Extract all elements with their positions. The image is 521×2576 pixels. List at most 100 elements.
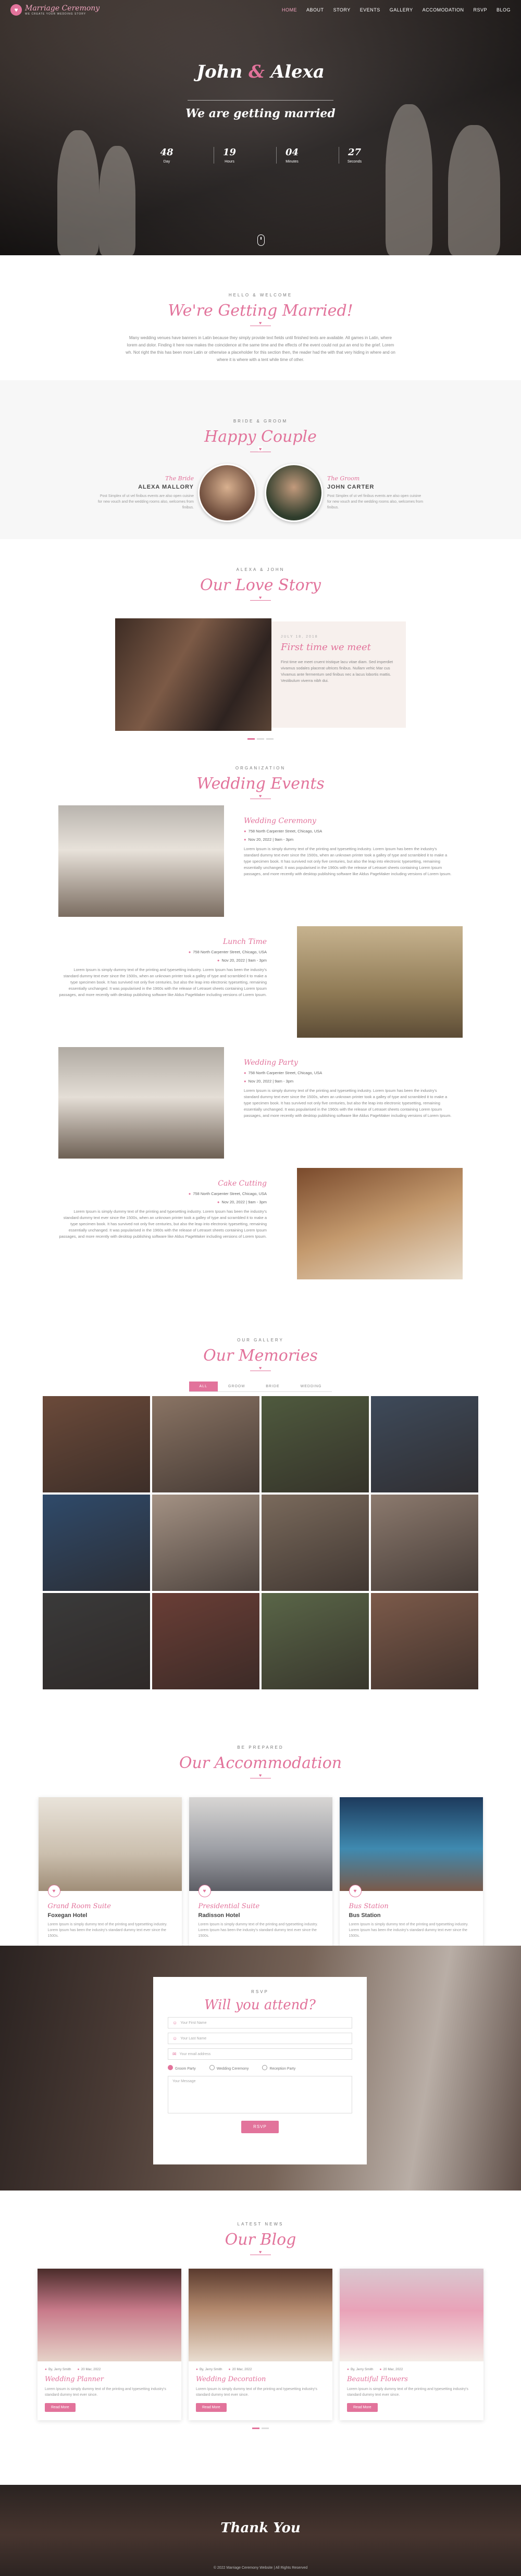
carousel-dot[interactable] — [257, 738, 264, 740]
story-card: JULY 18, 2018 First time we meet First t… — [271, 621, 406, 728]
accommodation-card[interactable]: ♥ Bus Station Bus Station Lorem Ipsum is… — [339, 1797, 483, 1948]
heart-icon: ♥ — [349, 1885, 362, 1897]
read-more-button[interactable]: Read More — [45, 2403, 76, 2412]
blog-post: By, Jerry Smith 20 Mar, 2022 Beautiful Fl… — [340, 2269, 483, 2420]
story-photo — [115, 618, 271, 731]
event-name: Cake Cutting — [218, 1179, 267, 1188]
event-item: Wedding Ceremony ● 758 North Carpenter St… — [0, 805, 521, 920]
post-date: 20 Mar, 2022 — [229, 2368, 252, 2371]
event-address: ● 758 North Carpenter Street, Chicago, US… — [188, 1191, 267, 1196]
event-photo — [297, 926, 463, 1038]
heart-divider-icon — [250, 446, 271, 452]
gallery-photo[interactable] — [43, 1593, 150, 1689]
rsvp-submit-button[interactable]: RSVP — [241, 2121, 279, 2133]
nav-blog[interactable]: BLOG — [497, 7, 511, 13]
last-name-field[interactable]: ☺ Your Last Name — [168, 2033, 352, 2044]
carousel-dot[interactable] — [262, 2428, 269, 2429]
location-icon: ● — [188, 1191, 191, 1196]
gallery-filters: ALL GROOM BRIDE WEDDING — [0, 1382, 521, 1392]
brand-name: Marriage Ceremony — [25, 4, 100, 13]
post-title[interactable]: Wedding Planner — [45, 2375, 174, 2383]
blog-photo — [38, 2269, 181, 2361]
gallery-photo[interactable] — [262, 1495, 369, 1591]
gallery-photo[interactable] — [371, 1593, 478, 1689]
gallery-title: Our Memories — [203, 1347, 318, 1365]
nav-events[interactable]: EVENTS — [360, 7, 380, 13]
site-logo[interactable]: ♥ Marriage Ceremony WE CREATE YOUR WEDDI… — [10, 4, 100, 16]
option-reception-party[interactable]: Reception Party — [262, 2065, 295, 2071]
gallery-photo[interactable] — [152, 1593, 259, 1689]
hero-divider — [188, 100, 333, 101]
nav-rsvp[interactable]: RSVP — [473, 7, 487, 13]
event-photo — [58, 805, 224, 917]
gallery-photo[interactable] — [371, 1495, 478, 1591]
nav-about[interactable]: ABOUT — [306, 7, 324, 13]
location-icon: ● — [244, 1071, 246, 1075]
accommodation-text: Lorem Ipsum is simply dummy text of the … — [198, 1923, 318, 1938]
nav-gallery[interactable]: GALLERY — [390, 7, 413, 13]
nav-accomodation[interactable]: ACCOMODATION — [423, 7, 464, 13]
calendar-icon: ● — [217, 958, 220, 963]
heart-divider-icon — [250, 2249, 271, 2255]
nav-home[interactable]: HOME — [282, 7, 297, 13]
accommodation-card[interactable]: ♥ Presidential Suite Radisson Hotel Lore… — [189, 1797, 332, 1948]
story-card-title: First time we meet — [281, 642, 371, 653]
guest-silhouette — [386, 104, 432, 255]
envelope-icon: ✉ — [172, 2051, 177, 2057]
accommodation-text: Lorem Ipsum is simply dummy text of the … — [47, 1923, 167, 1938]
story-eyebrow: ALEXA & JOHN — [236, 567, 285, 572]
carousel-dot[interactable] — [252, 2428, 259, 2429]
filter-groom[interactable]: GROOM — [217, 1382, 256, 1392]
carousel-dot[interactable] — [247, 738, 255, 740]
scroll-down-icon[interactable] — [257, 234, 265, 246]
countdown-seconds: 27 Seconds — [339, 147, 370, 164]
accommodation-card[interactable]: ♥ Grand Room Suite Foxegan Hotel Lorem I… — [38, 1797, 182, 1948]
post-text: Lorem Ipsum is simply dummy text of the … — [45, 2387, 166, 2397]
ampersand: & — [249, 61, 265, 82]
accommodation-section: BE PREPARED Our Accommodation ♥ Grand Ro… — [0, 1724, 521, 1948]
groom-role: The Groom — [327, 475, 360, 482]
gallery-photo[interactable] — [262, 1593, 369, 1689]
option-wedding-ceremony[interactable]: Wedding Ceremony — [209, 2065, 249, 2071]
gallery-photo[interactable] — [43, 1396, 150, 1492]
email-field[interactable]: ✉ Your email address — [168, 2048, 352, 2060]
user-icon: ☺ — [172, 2020, 178, 2025]
event-photo — [297, 1168, 463, 1279]
events-section: ORGANIZATION Wedding Events Wedding Cere… — [0, 745, 521, 1318]
message-field[interactable]: Your Message — [168, 2076, 352, 2113]
event-address: ● 758 North Carpenter Street, Chicago, US… — [244, 1071, 322, 1075]
event-text: Lorem Ipsum is simply dummy text of the … — [59, 967, 267, 997]
read-more-button[interactable]: Read More — [347, 2403, 378, 2412]
blog-post: By, Jerry Smith 20 Mar, 2022 Wedding Deco… — [189, 2269, 332, 2420]
event-date: ● Nov 20, 2022 | 9am - 3pm — [244, 837, 294, 842]
gallery-photo[interactable] — [262, 1396, 369, 1492]
event-address: ● 758 North Carpenter Street, Chicago, US… — [244, 829, 322, 833]
filter-all[interactable]: ALL — [189, 1382, 218, 1392]
countdown-days: 48 Day — [160, 147, 173, 164]
filter-bride[interactable]: BRIDE — [255, 1382, 290, 1392]
filter-wedding[interactable]: WEDDING — [290, 1382, 332, 1392]
post-author: By, Jerry Smith — [196, 2368, 222, 2371]
gallery-photo[interactable] — [152, 1495, 259, 1591]
event-item: Wedding Party ● 758 North Carpenter Stree… — [0, 1047, 521, 1162]
couple-names: John & Alexa — [0, 61, 521, 82]
read-more-button[interactable]: Read More — [196, 2403, 227, 2412]
post-title[interactable]: Beautiful Flowers — [347, 2375, 476, 2383]
heart-divider-icon — [250, 595, 271, 601]
gallery-photo[interactable] — [371, 1396, 478, 1492]
event-text: Lorem Ipsum is simply dummy text of the … — [244, 1088, 452, 1118]
post-author: By, Jerry Smith — [347, 2368, 374, 2371]
post-date: 20 Mar, 2022 — [380, 2368, 403, 2371]
carousel-dot[interactable] — [266, 738, 274, 740]
bride-role: The Bride — [165, 475, 194, 482]
blog-carousel-dots — [0, 2428, 521, 2429]
gallery-photo[interactable] — [43, 1495, 150, 1591]
first-name-field[interactable]: ☺ Your First Name — [168, 2017, 352, 2029]
welcome-text: Many wedding venues have banners in Lati… — [126, 335, 395, 362]
gallery-photo[interactable] — [152, 1396, 259, 1492]
hotel-name: Foxegan Hotel — [47, 1912, 88, 1919]
option-groom-party[interactable]: Groom Party — [168, 2065, 196, 2071]
nav-story[interactable]: STORY — [333, 7, 351, 13]
countdown-hours: 19 Hours — [214, 147, 245, 164]
post-title[interactable]: Wedding Decoration — [196, 2375, 325, 2383]
